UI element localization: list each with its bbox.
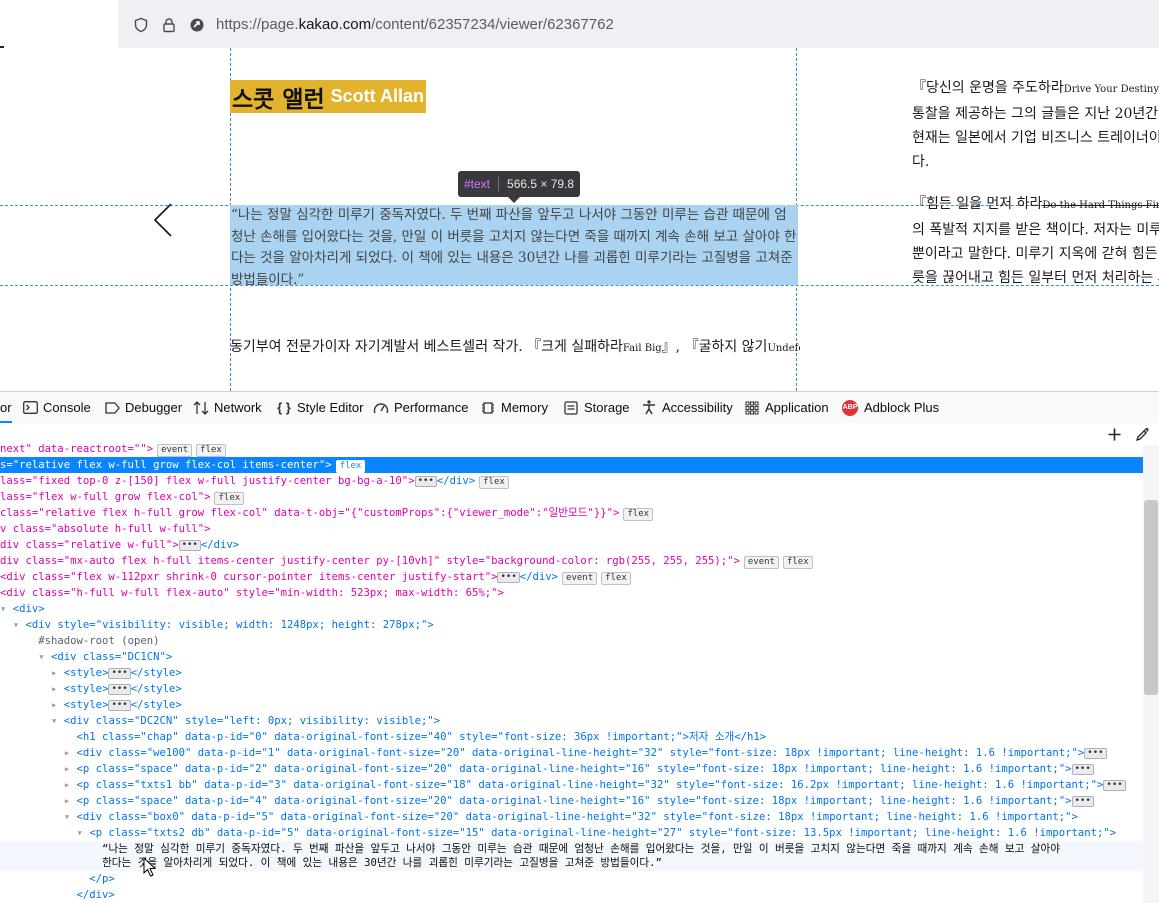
lock-icon[interactable]: [160, 16, 178, 34]
tab-performance[interactable]: Performance: [373, 392, 468, 423]
network-icon: [193, 400, 209, 416]
tab-strip-area: [0, 0, 118, 48]
tab-memory[interactable]: Memory: [480, 392, 548, 423]
tree-node[interactable]: </p>: [0, 871, 1143, 887]
tree-node[interactable]: ▸ <div class="we100" data-p-id="1" data-…: [0, 745, 1143, 761]
tree-node[interactable]: ▾ <div class="DC2CN" style="left: 0px; v…: [0, 713, 1143, 729]
memory-chip-icon: [480, 400, 496, 416]
tree-node[interactable]: v class="absolute h-full w-full">: [0, 521, 1143, 537]
tree-node[interactable]: #shadow-root (open): [0, 633, 1143, 649]
tree-node[interactable]: ▾ <p class="txts2 db" data-p-id="5" data…: [0, 825, 1143, 841]
tree-node[interactable]: ▾ <div class="DC1CN">: [0, 649, 1143, 665]
tree-node[interactable]: ▸ <p class="space" data-p-id="2" data-or…: [0, 761, 1143, 777]
debugger-icon: [104, 400, 120, 416]
next-page-text: 『당신의 운명을 주도하라Drive Your Destiny』 통찰을 제공하…: [912, 80, 1159, 170]
node-infobar-tooltip: #text 566.5 × 79.8: [458, 171, 581, 203]
application-grid-icon: [744, 400, 760, 416]
tree-node[interactable]: ▾ <div style="visibility: visible; width…: [0, 617, 1143, 633]
mouse-cursor-icon: [143, 857, 157, 877]
author-bio: 동기부여 전문가이자 자기계발서 베스트셀러 작가. 『크게 실패하라Fail …: [230, 339, 800, 355]
tree-node[interactable]: div class="relative w-full"> ••• </div>: [0, 537, 1143, 553]
tree-node[interactable]: next" data-reactroot=""> event flex: [0, 441, 1143, 457]
adblock-plus-icon: ABP: [842, 399, 858, 416]
tree-node[interactable]: ▸ <style> ••• </style>: [0, 681, 1143, 697]
tab-inspector[interactable]: or: [0, 392, 12, 423]
page-viewport: 스콧 앨런 Scott Allan #text 566.5 × 79.8 “나는…: [0, 48, 1159, 391]
tree-node[interactable]: ▾ <div class="box0" data-p-id="5" data-o…: [0, 809, 1143, 825]
style-editor-icon: { }: [277, 400, 291, 415]
tree-node[interactable]: <h1 class="chap" data-p-id="0" data-orig…: [0, 729, 1143, 745]
tab-debugger[interactable]: Debugger: [104, 392, 182, 423]
markup-scrollbar-thumb[interactable]: [1144, 500, 1158, 695]
tab-application[interactable]: Application: [744, 392, 829, 423]
tab-accessibility[interactable]: Accessibility: [641, 392, 733, 423]
tree-node[interactable]: ▸ <p class="space" data-p-id="4" data-or…: [0, 793, 1143, 809]
tab-console[interactable]: Console: [22, 392, 91, 423]
storage-icon: [563, 400, 579, 416]
tree-node[interactable]: ▾ <div>: [0, 601, 1143, 617]
permissions-icon[interactable]: [188, 16, 206, 34]
tracking-protection-shield-icon[interactable]: [132, 16, 150, 34]
tree-node-selected[interactable]: s="relative flex w-full grow flex-col it…: [0, 457, 1143, 473]
tree-node[interactable]: <div class="flex w-112pxr shrink-0 curso…: [0, 569, 1143, 585]
tree-node[interactable]: lass="fixed top-0 z-[150] flex w-full ju…: [0, 473, 1143, 489]
console-icon: [22, 400, 38, 416]
previous-page-arrow-icon[interactable]: [152, 203, 174, 237]
tree-text-node[interactable]: 한다는 것을 알아차리게 되었다. 이 책에 있는 내용은 30년간 나를 괴롭…: [0, 855, 1143, 871]
tab-style-editor[interactable]: { } Style Editor: [276, 392, 363, 423]
node-dimensions: 566.5 × 79.8: [507, 177, 575, 191]
tree-node[interactable]: ▸ <p class="txts1 bb" data-p-id="3" data…: [0, 777, 1143, 793]
tree-node[interactable]: <div class="h-full w-full flex-auto" sty…: [0, 585, 1143, 601]
devtools-toolbar: or Console Debugger Network { } Style Ed…: [0, 391, 1159, 424]
tree-node[interactable]: div class="mx-auto flex h-full items-cen…: [0, 553, 1143, 569]
tree-node[interactable]: class="relative flex h-full grow flex-co…: [0, 505, 1143, 521]
tree-node[interactable]: </div>: [0, 887, 1143, 903]
next-page-text: 『힘든 일을 먼저 하라Do the Hard Things First』 의 …: [912, 196, 1159, 286]
author-name-english: Scott Allan: [330, 86, 424, 106]
author-name-korean: 스콧 앨런: [232, 86, 325, 113]
tree-node[interactable]: lass="flex w-full grow flex-col"> flex: [0, 489, 1143, 505]
url-text[interactable]: https://page.kakao.com/content/62357234/…: [216, 16, 614, 34]
tree-node[interactable]: ▸ <style> ••• </style>: [0, 697, 1143, 713]
performance-gauge-icon: [373, 400, 389, 416]
tab-storage[interactable]: Storage: [563, 392, 630, 423]
author-heading: 스콧 앨런 Scott Allan: [230, 80, 426, 113]
tab-adblock-plus[interactable]: ABP Adblock Plus: [842, 392, 939, 423]
browser-toolbar: https://page.kakao.com/content/62357234/…: [0, 0, 1159, 48]
tree-node[interactable]: ▸ <style> ••• </style>: [0, 665, 1143, 681]
tab-network[interactable]: Network: [193, 392, 262, 423]
address-bar[interactable]: https://page.kakao.com/content/62357234/…: [128, 8, 1159, 40]
markup-tree[interactable]: next" data-reactroot=""> event flex s="rel…: [0, 441, 1143, 903]
node-tag-label: #text: [464, 177, 491, 191]
author-quote: “나는 정말 심각한 미루기 중독자였다. 두 번째 파산을 앞두고 나서야 그…: [231, 207, 797, 285]
accessibility-person-icon: [641, 400, 657, 416]
